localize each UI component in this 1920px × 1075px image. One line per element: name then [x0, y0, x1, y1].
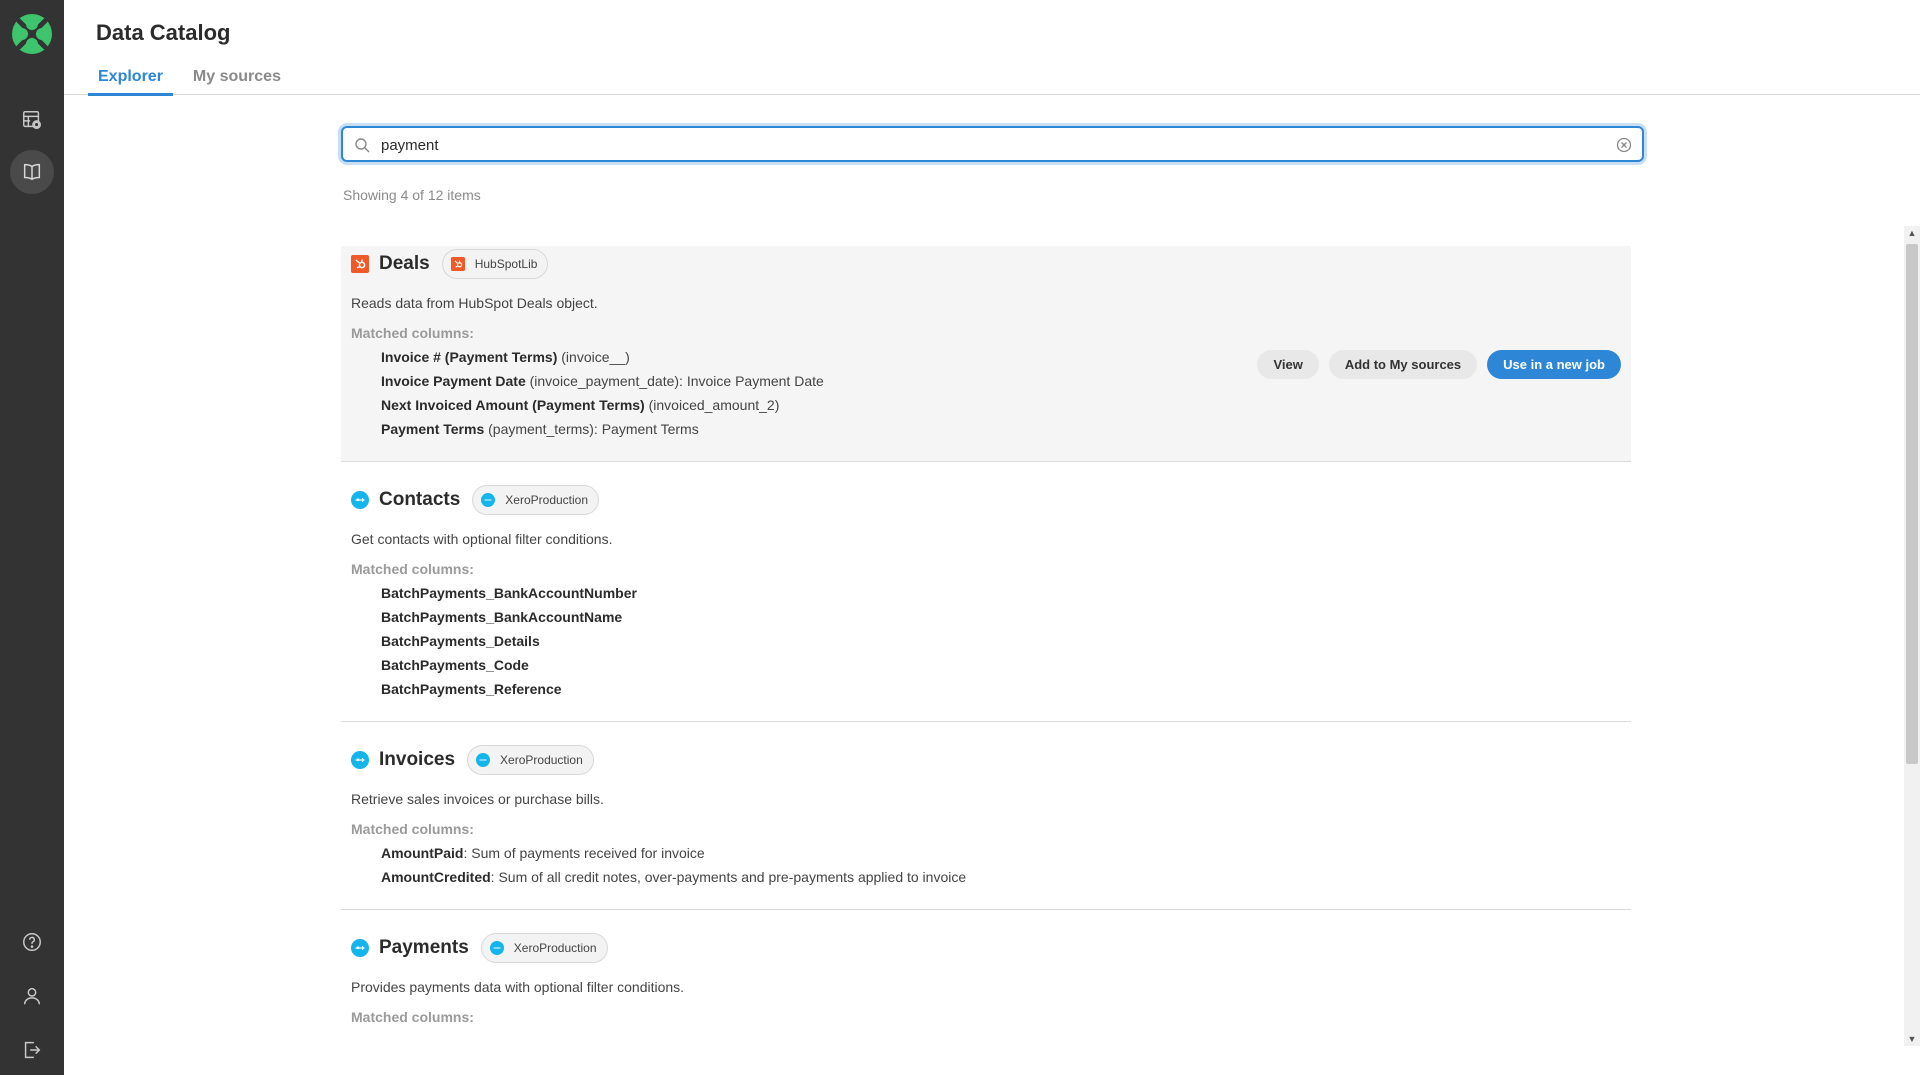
result-description: Provides payments data with optional fil… [351, 979, 685, 995]
search-icon [355, 138, 370, 153]
scroll-up-icon[interactable]: ▲ [1904, 226, 1920, 240]
search-input[interactable] [381, 134, 1581, 156]
results-list: Deals HubSpotLib Reads data from HubSpot… [341, 226, 1631, 1025]
hubspot-icon [450, 257, 465, 271]
results-count: Showing 4 of 12 items [343, 187, 481, 203]
user-icon [23, 987, 41, 1005]
tab-bar: Explorer My sources [88, 60, 301, 96]
xero-icon [351, 939, 369, 957]
tab-explorer[interactable]: Explorer [88, 60, 173, 96]
sidebar [0, 0, 64, 1075]
result-title[interactable]: Payments [379, 937, 469, 959]
result-description: Retrieve sales invoices or purchase bill… [351, 791, 604, 807]
source-badge: XeroProduction [467, 745, 594, 775]
matched-column: BatchPayments_BankAccountName [381, 609, 623, 625]
result-card-contacts[interactable]: Contacts XeroProduction Get contacts wit… [341, 482, 1631, 722]
xero-icon [351, 751, 369, 769]
matched-column: Payment Terms (payment_terms): Payment T… [381, 421, 699, 437]
matched-column: BatchPayments_Details [381, 633, 540, 649]
search-box[interactable] [341, 126, 1644, 162]
logout-icon [24, 1041, 41, 1059]
matched-column: BatchPayments_Reference [381, 681, 562, 697]
scroll-down-icon[interactable]: ▼ [1904, 1032, 1920, 1046]
tab-my-sources[interactable]: My sources [183, 60, 291, 96]
clear-search-icon[interactable] [1616, 137, 1632, 153]
page-title: Data Catalog [96, 20, 231, 45]
matched-columns-list: BatchPayments_BankAccountNumber BatchPay… [381, 581, 1621, 721]
result-title[interactable]: Deals [379, 253, 430, 275]
xero-icon [476, 753, 491, 767]
matched-column: Next Invoiced Amount (Payment Terms) (in… [381, 397, 780, 413]
result-title[interactable]: Invoices [379, 749, 455, 771]
page-header: Data Catalog Explorer My sources [64, 0, 1920, 96]
result-card-deals[interactable]: Deals HubSpotLib Reads data from HubSpot… [341, 246, 1631, 462]
result-card-invoices[interactable]: Invoices XeroProduction Retrieve sales i… [341, 742, 1631, 910]
xero-icon [489, 941, 504, 955]
matched-column: AmountCredited: Sum of all credit notes,… [381, 869, 967, 885]
book-icon [23, 163, 41, 181]
results-scrollbar[interactable]: ▲ ▼ [1904, 226, 1920, 1046]
result-title[interactable]: Contacts [379, 489, 460, 511]
add-to-my-sources-button[interactable]: Add to My sources [1328, 350, 1478, 379]
result-actions: View Add to My sources Use in a new job [1257, 350, 1621, 379]
matched-column: BatchPayments_BankAccountNumber [381, 585, 637, 601]
source-name: XeroProduction [513, 941, 597, 955]
source-name: HubSpotLib [474, 257, 538, 271]
result-card-payments[interactable]: Payments XeroProduction Provides payment… [341, 930, 1631, 1025]
source-name: XeroProduction [500, 753, 583, 767]
matched-column: BatchPayments_Code [381, 657, 529, 673]
help-icon [23, 933, 41, 951]
sidebar-item-logout[interactable] [10, 1028, 54, 1072]
xero-icon [351, 491, 369, 509]
hubspot-icon [351, 255, 369, 273]
use-in-new-job-button[interactable]: Use in a new job [1487, 350, 1621, 379]
data-grid-icon [23, 111, 41, 129]
view-button[interactable]: View [1257, 350, 1319, 379]
source-name: XeroProduction [505, 493, 589, 507]
result-description: Get contacts with optional filter condit… [351, 531, 613, 547]
source-badge: XeroProduction [480, 933, 608, 963]
sidebar-item-datasets[interactable] [10, 98, 54, 142]
source-badge: HubSpotLib [441, 249, 549, 279]
matched-column: AmountPaid: Sum of payments received for… [381, 845, 705, 861]
scrollbar-thumb[interactable] [1906, 244, 1918, 764]
matched-columns-label: Matched columns: [351, 821, 474, 837]
xero-icon [481, 493, 496, 507]
sidebar-item-help[interactable] [10, 920, 54, 964]
source-badge: XeroProduction [472, 485, 600, 515]
matched-columns-label: Matched columns: [351, 1009, 474, 1025]
result-description: Reads data from HubSpot Deals object. [351, 295, 598, 311]
sidebar-item-data-catalog[interactable] [10, 150, 54, 194]
sidebar-item-profile[interactable] [10, 974, 54, 1018]
matched-columns-list: AmountPaid: Sum of payments received for… [381, 841, 1621, 909]
matched-columns-label: Matched columns: [351, 561, 474, 577]
main-content: Showing 4 of 12 items Deals HubSpotLib R… [64, 96, 1920, 1075]
app-logo[interactable] [11, 13, 53, 55]
matched-columns-label: Matched columns: [351, 325, 474, 341]
